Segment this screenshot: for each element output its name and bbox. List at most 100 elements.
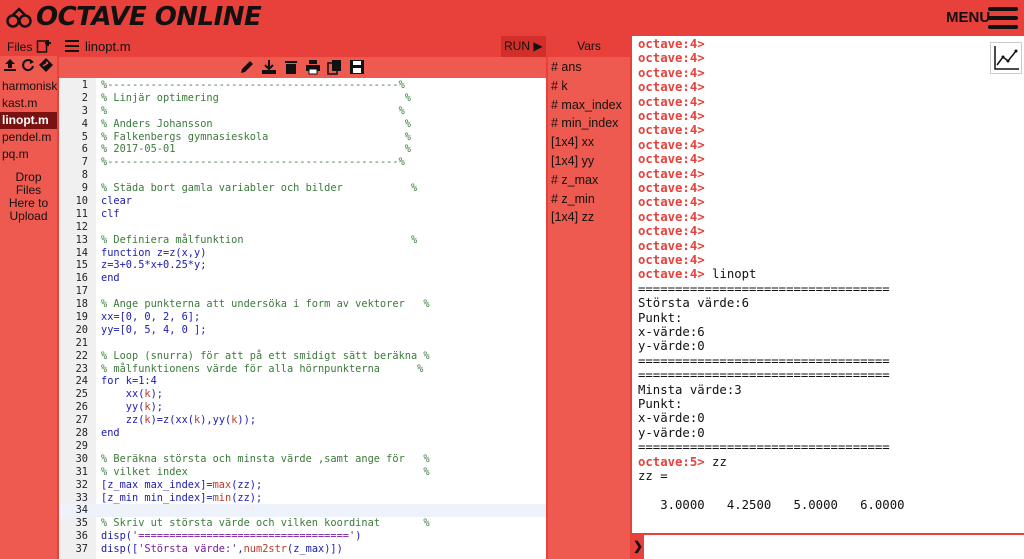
copy-icon[interactable] bbox=[327, 59, 343, 75]
code-token: ),yy( bbox=[200, 414, 232, 427]
code-line: 11 clf bbox=[59, 208, 546, 221]
refresh-icon[interactable] bbox=[21, 58, 35, 72]
line-number: 1 bbox=[81, 79, 88, 91]
file-item[interactable]: kast.m bbox=[0, 95, 57, 112]
variable-item[interactable]: [1x4] zz bbox=[551, 210, 594, 224]
download-icon[interactable] bbox=[261, 59, 277, 75]
code-line: 34 bbox=[59, 504, 546, 518]
file-dropzone[interactable]: Drop Files Here to Upload bbox=[0, 171, 57, 223]
code-text: yy=[0, 5, 4, 0 ]; bbox=[101, 324, 206, 337]
editor-menu-icon[interactable] bbox=[65, 40, 79, 52]
upload-icon[interactable] bbox=[3, 58, 17, 72]
console-line: octave:4> bbox=[638, 224, 705, 238]
variable-item[interactable]: # z_min bbox=[551, 192, 595, 206]
editor-header: linopt.m RUN ▶ bbox=[59, 36, 546, 57]
line-number: 22 bbox=[75, 349, 88, 362]
print-icon[interactable] bbox=[305, 59, 321, 75]
line-number: 8 bbox=[81, 169, 88, 182]
console-line: octave:4> bbox=[638, 123, 705, 137]
code-text: % % bbox=[101, 105, 405, 118]
code-text: % Definiera målfunktion % bbox=[101, 234, 417, 247]
line-number: 15 bbox=[75, 259, 88, 272]
code-text: % Anders Johansson % bbox=[101, 118, 411, 131]
variable-item[interactable]: # z_max bbox=[551, 173, 598, 187]
console-prompt: octave:4> bbox=[638, 152, 705, 167]
code-token: z=z(x,y) bbox=[150, 246, 207, 259]
console-prompt: octave:4> bbox=[638, 123, 705, 138]
line-number: 32 bbox=[75, 478, 88, 491]
code-token: % Definiera målfunktion % bbox=[101, 233, 418, 246]
console-line: octave:4> bbox=[638, 181, 705, 195]
code-text: yy(k); bbox=[101, 401, 163, 414]
console-prompt: octave:4> bbox=[638, 137, 705, 152]
file-item[interactable]: linopt.m bbox=[0, 112, 57, 129]
octave-logo-icon[interactable] bbox=[6, 6, 32, 30]
code-token: yy( bbox=[101, 401, 145, 414]
variable-item[interactable]: # min_index bbox=[551, 116, 618, 130]
code-token: )); bbox=[237, 414, 257, 427]
variable-item[interactable]: # k bbox=[551, 79, 568, 93]
console-prompt: octave:4> bbox=[638, 267, 705, 282]
console-input[interactable] bbox=[646, 536, 1022, 556]
code-text: end bbox=[101, 272, 120, 285]
run-button[interactable]: RUN ▶ bbox=[501, 36, 546, 57]
console-line: 3.0000 4.2500 5.0000 6.0000 bbox=[638, 498, 904, 512]
console-line: x-värde:0 bbox=[638, 411, 705, 425]
variable-item[interactable]: [1x4] yy bbox=[551, 154, 594, 168]
code-token: min bbox=[212, 491, 232, 504]
save-icon[interactable] bbox=[349, 59, 365, 75]
console-prompt: octave:4> bbox=[638, 166, 705, 181]
code-line: 30 % Beräkna största och minsta värde ,sa… bbox=[59, 453, 546, 466]
file-item[interactable]: harmonisk. bbox=[0, 78, 57, 95]
brand-title[interactable]: OCTAVE ONLINE bbox=[36, 2, 262, 32]
code-token: disp( bbox=[101, 530, 132, 543]
line-number: 3 bbox=[81, 104, 88, 117]
code-token: (zz); bbox=[231, 478, 263, 491]
code-text: function z=z(x,y) bbox=[101, 247, 206, 260]
console-line: octave:4> bbox=[638, 95, 705, 109]
add-file-icon[interactable] bbox=[36, 38, 52, 54]
line-number: 37 bbox=[75, 543, 88, 556]
code-line: 16 end bbox=[59, 272, 546, 285]
code-token: % % bbox=[101, 104, 405, 117]
code-text: %---------------------------------------… bbox=[101, 156, 405, 169]
code-line: 29 bbox=[59, 440, 546, 453]
code-line: 8 bbox=[59, 169, 546, 182]
code-token: zz( bbox=[101, 414, 145, 427]
console-text: Största värde:6 bbox=[638, 296, 750, 311]
edit-icon[interactable] bbox=[239, 59, 255, 75]
menu-hamburger-icon[interactable] bbox=[988, 7, 1018, 29]
delete-icon[interactable] bbox=[283, 59, 299, 75]
file-item[interactable]: pq.m bbox=[0, 146, 57, 163]
plot-icon[interactable] bbox=[990, 42, 1022, 74]
code-text: xx=[0, 0, 2, 6]; bbox=[101, 311, 200, 324]
variable-item[interactable]: [1x4] xx bbox=[551, 135, 594, 149]
line-number: 33 bbox=[75, 491, 88, 504]
share-icon[interactable] bbox=[39, 58, 53, 72]
console-line: octave:4> bbox=[638, 239, 705, 253]
line-number: 36 bbox=[75, 530, 88, 543]
line-number: 25 bbox=[75, 388, 88, 401]
menu-label[interactable]: MENU bbox=[946, 9, 990, 26]
code-token: % Falkenbergs gymnasieskola % bbox=[101, 130, 411, 143]
code-token: max bbox=[212, 478, 232, 491]
file-list: harmonisk. kast.m linopt.m pendel.m pq.m bbox=[0, 78, 57, 163]
console-prompt: octave:4> bbox=[638, 109, 705, 123]
line-number: 14 bbox=[75, 246, 88, 259]
file-item[interactable]: pendel.m bbox=[0, 129, 57, 146]
console-text: x-värde:6 bbox=[638, 325, 705, 339]
line-number: 11 bbox=[75, 207, 88, 220]
line-number: 12 bbox=[75, 220, 88, 233]
code-token: % Beräkna största och minsta värde ,samt… bbox=[101, 452, 430, 465]
console-line: octave:4> bbox=[638, 66, 705, 80]
console-line: ================================== bbox=[638, 354, 890, 368]
console-prompt: octave:4> bbox=[638, 94, 705, 109]
editor-filename: linopt.m bbox=[85, 39, 131, 54]
variable-item[interactable]: # max_index bbox=[551, 98, 622, 112]
console-line: ================================== bbox=[638, 282, 890, 296]
console-output[interactable]: octave:4> octave:4> octave:4> octave:4> octa… bbox=[632, 36, 1024, 533]
code-line: 3 % % bbox=[59, 105, 546, 118]
code-editor[interactable]: 1 %--------------------------------------… bbox=[59, 78, 546, 559]
variable-item[interactable]: # ans bbox=[551, 60, 582, 74]
code-token: % 2017-05-01 % bbox=[101, 143, 411, 156]
